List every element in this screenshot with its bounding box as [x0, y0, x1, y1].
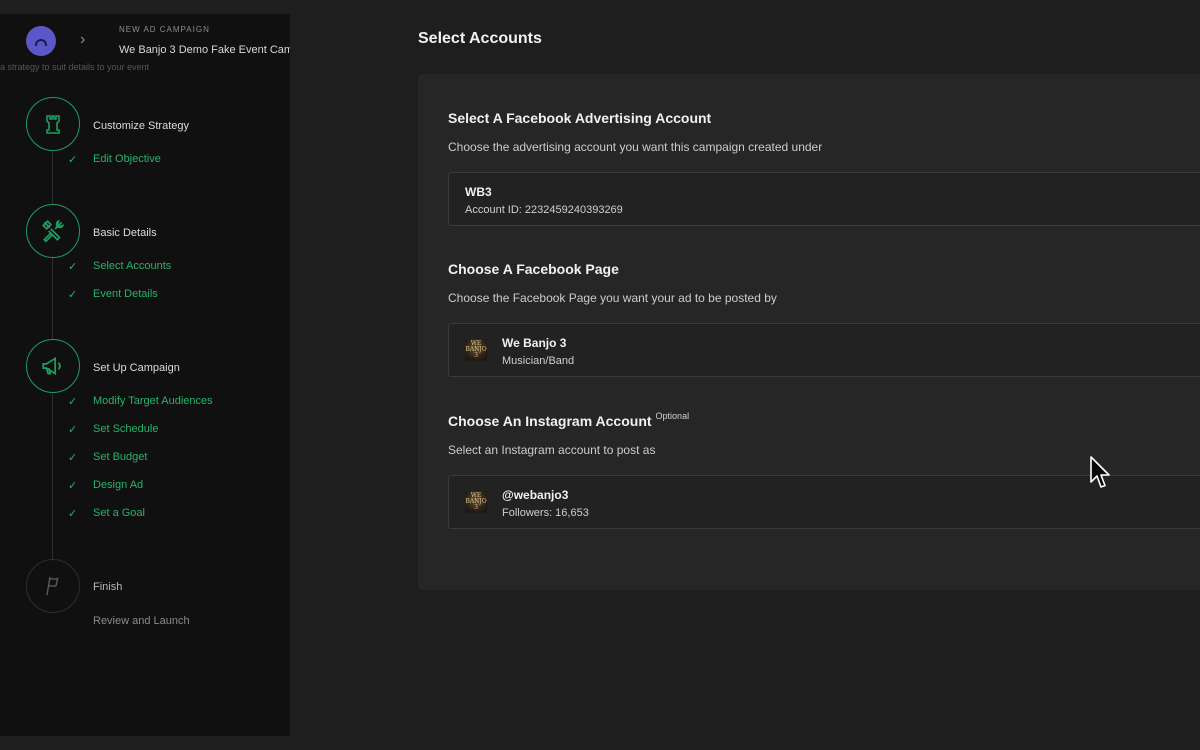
check-icon: ✓ [68, 260, 78, 273]
check-icon: ✓ [68, 395, 78, 408]
check-icon: ✓ [68, 507, 78, 520]
substep-label: Set Budget [93, 451, 148, 463]
substep-set-budget[interactable]: ✓ Set Budget [68, 450, 147, 464]
substep-select-accounts[interactable]: ✓ Select Accounts [68, 259, 171, 273]
substep-modify-target-audiences[interactable]: ✓ Modify Target Audiences [68, 394, 213, 408]
step-title[interactable]: Basic Details [93, 227, 157, 239]
substep-set-schedule[interactable]: ✓ Set Schedule [68, 422, 158, 436]
megaphone-icon [42, 356, 61, 376]
page-category: Musician/Band [502, 355, 575, 367]
app-logo[interactable] [26, 26, 56, 56]
check-icon: ✓ [68, 153, 78, 166]
instagram-handle: @webanjo3 [502, 488, 569, 502]
substep-label: Event Details [93, 288, 158, 300]
substep-edit-objective[interactable]: ✓ Edit Objective [68, 152, 161, 166]
check-icon: ✓ [68, 423, 78, 436]
section-desc-ad-account: Choose the advertising account you want … [448, 140, 823, 154]
step-customize-strategy-icon[interactable] [26, 97, 80, 151]
instagram-title-text: Choose An Instagram Account [448, 413, 652, 429]
instagram-followers: Followers: 16,653 [502, 507, 589, 519]
check-icon: ✓ [68, 479, 78, 492]
header-cutoff-text: a strategy to suit details to your event [0, 62, 150, 72]
page-name: We Banjo 3 [502, 336, 567, 350]
section-title-facebook-page: Choose A Facebook Page [448, 261, 619, 277]
step-basic-details-icon[interactable] [26, 204, 80, 258]
flag-icon [46, 576, 59, 596]
substep-label: Design Ad [93, 479, 144, 491]
page-title: Select Accounts [418, 30, 542, 47]
mouse-cursor-icon [1090, 456, 1110, 488]
substep-label: Modify Target Audiences [93, 395, 213, 407]
timeline-connector [52, 258, 53, 344]
substep-event-details[interactable]: ✓ Event Details [68, 287, 158, 301]
optional-label: Optional [655, 411, 690, 421]
timeline-connector [52, 150, 53, 210]
sidebar: › NEW AD CAMPAIGN We Banjo 3 Demo Fake E… [0, 14, 290, 736]
page-avatar: WE BANJO 3 [465, 339, 487, 361]
substep-label: Set a Goal [93, 507, 145, 519]
chevron-right-icon: › [80, 31, 86, 48]
ad-account-select[interactable]: WB3 Account ID: 2232459240393269 [448, 172, 1200, 226]
sidebar-header: › NEW AD CAMPAIGN We Banjo 3 Demo Fake E… [0, 14, 290, 72]
campaign-title: We Banjo 3 Demo Fake Event Camp [119, 44, 290, 56]
step-title[interactable]: Finish [93, 581, 122, 593]
ad-account-id: Account ID: 2232459240393269 [465, 204, 623, 216]
substep-label: Select Accounts [93, 260, 172, 272]
step-title[interactable]: Customize Strategy [93, 120, 189, 132]
timeline-connector [52, 394, 53, 574]
instagram-avatar: WE BANJO 3 [465, 491, 487, 513]
ad-account-name: WB3 [465, 185, 492, 199]
section-desc-facebook-page: Choose the Facebook Page you want your a… [448, 291, 777, 305]
step-finish-icon[interactable] [26, 559, 80, 613]
check-icon: ✓ [68, 288, 78, 301]
substep-review-and-launch[interactable]: Review and Launch [93, 615, 190, 627]
rook-icon [46, 115, 60, 134]
substep-label: Set Schedule [93, 423, 159, 435]
substep-design-ad[interactable]: ✓ Design Ad [68, 478, 143, 492]
check-icon: ✓ [68, 451, 78, 464]
substep-label: Edit Objective [93, 153, 161, 165]
header-eyebrow: NEW AD CAMPAIGN [119, 25, 210, 34]
section-title-instagram: Choose An Instagram Account Optional [448, 411, 689, 429]
accounts-card: Select A Facebook Advertising Account Ch… [418, 74, 1200, 590]
step-set-up-campaign-icon[interactable] [26, 339, 80, 393]
facebook-page-select[interactable]: WE BANJO 3 We Banjo 3 Musician/Band [448, 323, 1200, 377]
instagram-account-select[interactable]: WE BANJO 3 @webanjo3 Followers: 16,653 [448, 475, 1200, 529]
section-desc-instagram: Select an Instagram account to post as [448, 443, 656, 457]
tools-icon [42, 219, 65, 243]
step-title[interactable]: Set Up Campaign [93, 362, 180, 374]
section-title-ad-account: Select A Facebook Advertising Account [448, 110, 712, 126]
substep-set-a-goal[interactable]: ✓ Set a Goal [68, 506, 145, 520]
